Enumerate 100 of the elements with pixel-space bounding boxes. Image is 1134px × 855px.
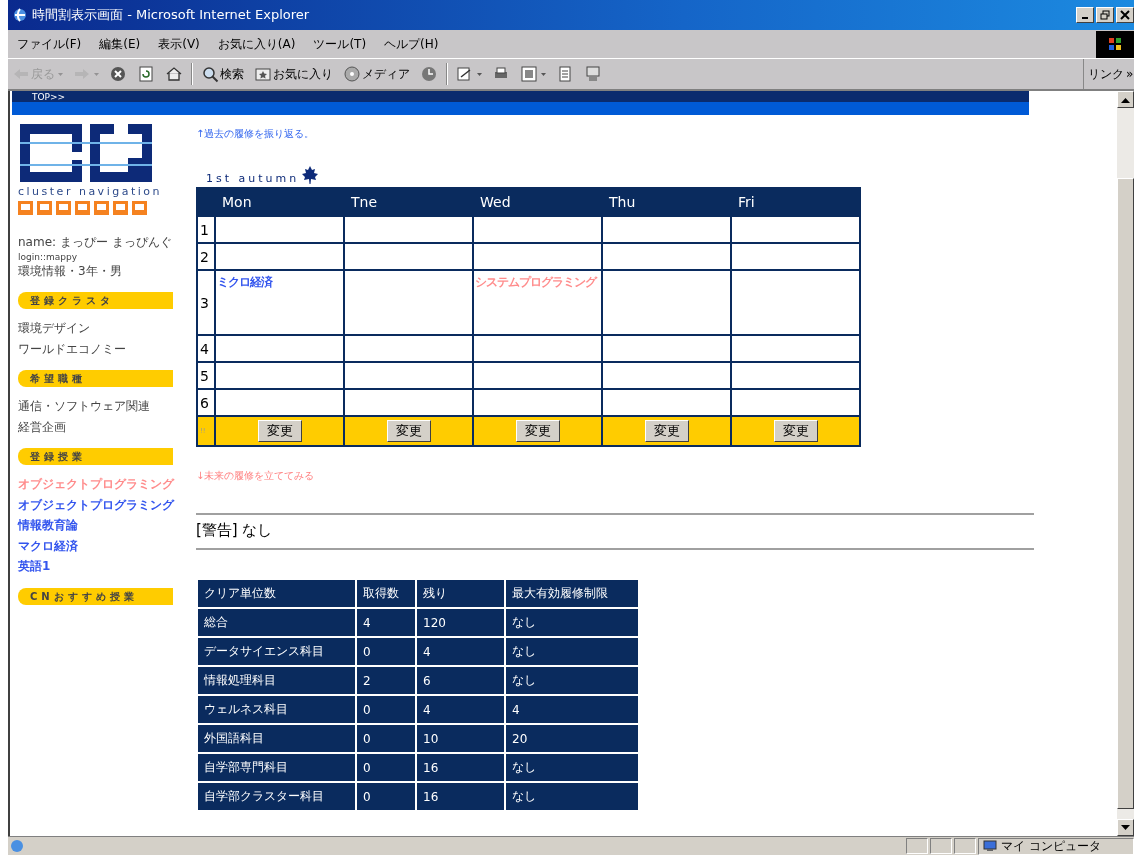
table-cell: 総合	[198, 609, 355, 636]
caret-icon	[477, 72, 482, 76]
column-header: 残り	[417, 580, 504, 607]
scrollbar[interactable]	[1117, 91, 1134, 836]
change-button[interactable]: 変更	[515, 420, 560, 442]
day-header: Fri	[731, 188, 860, 216]
term-label: 1st autumn	[206, 172, 300, 185]
period-number: 2	[197, 243, 215, 270]
windows-logo-icon	[1096, 30, 1134, 58]
table-cell: ウェルネス科目	[198, 696, 355, 723]
sidebar-item: ワールドエコノミー	[18, 341, 126, 356]
sidebar-item: 通信・ソフトウェア関連	[18, 399, 150, 413]
search-icon	[201, 65, 219, 83]
menu-item[interactable]: ヘルプ(H)	[375, 35, 448, 53]
change-button[interactable]: 変更	[257, 420, 302, 442]
home-icon	[165, 65, 183, 83]
past-history-link[interactable]: ↑過去の履修を振り返る。	[196, 127, 315, 141]
section-heading: 登録クラスタ	[18, 292, 173, 309]
minimize-icon	[1082, 17, 1088, 19]
table-cell: なし	[506, 609, 638, 636]
period-number: 5	[197, 362, 215, 389]
table-cell: 0	[357, 783, 415, 810]
up-arrow-icon	[1121, 96, 1130, 103]
star-folder-icon	[254, 65, 272, 83]
table-cell: 4	[506, 696, 638, 723]
refresh-icon	[137, 65, 155, 83]
column-header: 最大有効履修制限	[506, 580, 638, 607]
table-cell: 16	[417, 783, 504, 810]
table-cell: 0	[357, 696, 415, 723]
course-link[interactable]: ミクロ経済	[217, 275, 272, 290]
table-cell: 0	[357, 638, 415, 665]
section-heading: 希望職種	[18, 370, 173, 387]
day-header: Thu	[602, 188, 731, 216]
column-header: クリア単位数	[198, 580, 355, 607]
close-button[interactable]	[1116, 7, 1134, 23]
table-cell: 2	[357, 667, 415, 694]
table-cell: 0	[357, 725, 415, 752]
disc-icon	[343, 65, 361, 83]
course-link[interactable]: オブジェクトプログラミング	[18, 497, 174, 512]
monitor-icon	[584, 65, 602, 83]
document-icon	[556, 65, 574, 83]
period-number: 1	[197, 216, 215, 243]
section-heading: CNおすすめ授業	[18, 587, 173, 605]
menu-item[interactable]: 表示(V)	[149, 35, 209, 53]
change-button[interactable]: 変更	[386, 420, 431, 442]
period-number: 3	[197, 270, 215, 335]
stop-icon	[109, 65, 127, 83]
table-cell: なし	[506, 754, 638, 781]
day-header: Wed	[473, 188, 602, 216]
table-cell: 10	[417, 725, 504, 752]
restore-icon	[1100, 10, 1110, 20]
caret-icon	[541, 72, 546, 76]
caret-icon	[94, 72, 99, 76]
links-label[interactable]: リンク	[1088, 65, 1124, 83]
table-cell: 20	[506, 725, 638, 752]
caret-icon	[58, 72, 63, 76]
table-cell: 4	[357, 609, 415, 636]
zone-text: マイ コンピュータ	[1001, 837, 1101, 855]
table-cell: 外国語科目	[198, 725, 355, 752]
table-cell: 6	[417, 667, 504, 694]
media-button[interactable]: メディア	[339, 65, 414, 83]
table-cell: データサイエンス科目	[198, 638, 355, 665]
edit-icon	[520, 65, 538, 83]
close-icon	[1120, 10, 1130, 20]
course-link[interactable]: マクロ経済	[18, 538, 78, 553]
menu-item[interactable]: ツール(T)	[304, 35, 376, 53]
section-heading: 登録授業	[18, 448, 173, 465]
menu-item[interactable]: ファイル(F)	[8, 35, 91, 53]
top-link[interactable]: TOP>>	[32, 91, 66, 102]
profile-text: 環境情報・3年・男	[18, 263, 123, 280]
search-button[interactable]: 検索	[197, 65, 248, 83]
course-link[interactable]: 英語1	[18, 559, 51, 573]
browser-icon	[12, 7, 28, 23]
period-number: 4	[197, 335, 215, 362]
table-cell: 自学部専門科目	[198, 754, 355, 781]
table-cell: 4	[417, 696, 504, 723]
change-button[interactable]: 変更	[773, 420, 818, 442]
profile-text: name: まっぴー まっぴんぐ	[18, 234, 173, 251]
restore-button[interactable]	[1096, 7, 1114, 23]
day-header: Mon	[215, 188, 344, 216]
table-cell: なし	[506, 667, 638, 694]
menu-item[interactable]: 編集(E)	[90, 35, 150, 53]
course-link[interactable]: 情報教育論	[18, 518, 78, 532]
period-number: 6	[197, 389, 215, 416]
day-header: Tne	[344, 188, 473, 216]
minimize-button[interactable]	[1076, 7, 1094, 23]
window-title: 時間割表示画面 - Microsoft Internet Explorer	[32, 6, 311, 24]
table-cell: 自学部クラスター科目	[198, 783, 355, 810]
table-cell: なし	[506, 783, 638, 810]
menu-item[interactable]: お気に入り(A)	[208, 35, 305, 53]
change-button[interactable]: 変更	[644, 420, 689, 442]
table-cell: 16	[417, 754, 504, 781]
warning-text: [警告] なし	[196, 521, 274, 540]
favorites-button[interactable]: お気に入り	[250, 65, 337, 83]
table-cell: 120	[417, 609, 504, 636]
links-chevron[interactable]: »	[1126, 67, 1134, 81]
sidebar-item: 経営企画	[18, 419, 66, 434]
maple-leaf-icon	[300, 165, 321, 185]
computer-icon	[983, 840, 997, 852]
clock-icon	[420, 65, 438, 83]
